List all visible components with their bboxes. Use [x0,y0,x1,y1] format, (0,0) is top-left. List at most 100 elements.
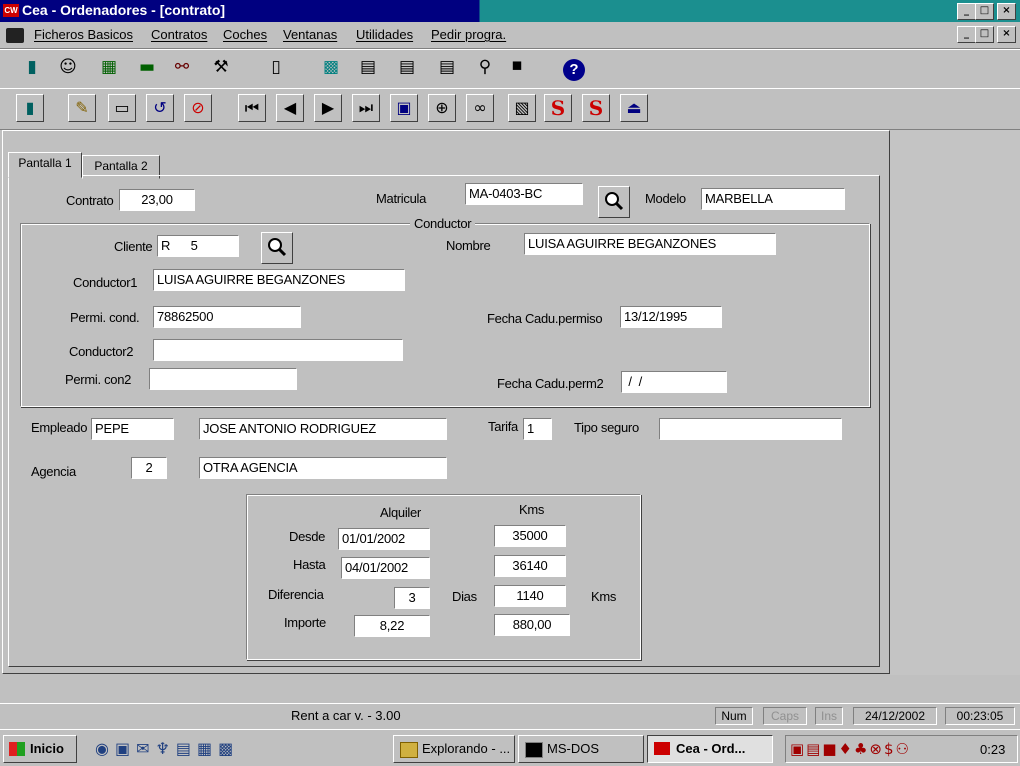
filter-icon[interactable]: ▧ [508,94,536,122]
nombre-field[interactable]: LUISA AGUIRRE BEGANZONES [524,233,776,255]
previous-record-icon[interactable]: ◀ [276,94,304,122]
fecha-cadu-permiso-field[interactable]: 13/12/1995 [620,306,722,328]
menu-utilidades[interactable]: Utilidades [356,27,413,42]
clipboard-icon[interactable]: ▯ [262,54,290,82]
next-record-icon[interactable]: ▶ [314,94,342,122]
empleado-name-field[interactable]: JOSE ANTONIO RODRIGUEZ [199,418,447,440]
printer-icon[interactable]: ▤ [354,54,382,82]
edit-pencil-icon[interactable]: ✎ [68,94,96,122]
matricula-field[interactable]: MA-0403-BC [465,183,583,205]
cliente-label: Cliente [114,239,153,254]
importe-alquiler-field[interactable]: 8,22 [354,615,430,637]
print-preview-icon[interactable]: ⏏ [620,94,648,122]
minimize-button[interactable]: _ [957,3,976,20]
nombre-label: Nombre [446,238,491,253]
app-icon[interactable]: CW [3,4,19,17]
child-minimize-button[interactable]: _ [957,26,976,43]
desde-date-field[interactable]: 01/01/2002 [338,528,430,550]
task-ms-dos[interactable]: MS-DOS [518,735,644,763]
save-icon[interactable]: ▪ [503,52,531,80]
wrench-icon[interactable]: ⚲ [471,54,499,82]
zoom-icon[interactable]: ⊕ [428,94,456,122]
start-label: Inicio [30,741,64,756]
tools-icon[interactable]: ⚒ [207,54,235,82]
binoculars-icon[interactable]: ∞ [466,94,494,122]
cliente-lookup-button[interactable] [261,232,293,264]
close-button[interactable]: × [997,3,1016,20]
new-record-icon[interactable]: ▭ [108,94,136,122]
tray-icons[interactable]: ▣▤■♦♣⊗$⚇ [790,740,911,758]
task-cea-ord-label: Cea - Ord... [676,741,746,756]
cea-app-icon [654,742,670,755]
diferencia-days-field[interactable]: 3 [394,587,430,609]
car-icon[interactable]: ⚯ [168,54,196,82]
start-button[interactable]: Inicio [3,735,77,763]
undo-icon[interactable]: ↺ [146,94,174,122]
kms-column-header: Kms [519,502,545,517]
cliente-field[interactable]: R 5 [157,235,239,257]
chart-icon[interactable]: ▦ [95,54,123,82]
calculator-icon[interactable]: ▩ [317,54,345,82]
alquiler-column-header: Alquiler [380,505,421,520]
tab-pantalla-1[interactable]: Pantalla 1 [8,152,82,178]
sort-ascending-icon[interactable]: S [544,94,572,122]
permi-con2-field[interactable] [149,368,297,390]
taskbar-clock: 0:23 [980,742,1006,757]
magnifier-icon [605,192,624,211]
importe-kms-field[interactable]: 880,00 [494,614,570,636]
system-tray: ▣▤■♦♣⊗$⚇ 0:23 [785,735,1018,763]
image-icon[interactable]: ▬ [133,54,161,82]
empleado-label: Empleado [31,420,88,435]
hasta-date-field[interactable]: 04/01/2002 [341,557,430,579]
child-restore-button[interactable]: □ [975,26,994,43]
windows-logo-icon [9,742,25,756]
book-icon[interactable]: ▮ [18,54,46,82]
help-icon[interactable]: ? [563,59,585,81]
last-record-icon[interactable]: ⏭ [352,94,380,122]
maximize-button[interactable]: □ [975,3,994,20]
quick-launch-icons[interactable]: ◉▣✉♆▤▦▩ [95,739,239,758]
taskbar: Inicio ◉▣✉♆▤▦▩ Explorando - ... MS-DOS C… [0,729,1020,766]
conductor2-field[interactable] [153,339,403,361]
task-explorando[interactable]: Explorando - ... [393,735,515,763]
contrato-field[interactable]: 23,00 [119,189,195,211]
task-explorando-label: Explorando - ... [422,741,511,756]
num-lock-indicator: Num [715,707,753,725]
empty-area [890,130,1020,675]
hasta-kms-field[interactable]: 36140 [494,555,566,577]
menu-ficheros-basicos[interactable]: Ficheros Basicos [34,27,133,42]
title-bar: CW Cea - Ordenadores - [contrato] _ □ × [0,0,1020,22]
document-icon[interactable] [6,28,24,43]
first-record-icon[interactable]: ⏮ [238,94,266,122]
child-close-button[interactable]: × [997,26,1016,43]
delete-icon[interactable]: ⊘ [184,94,212,122]
menu-ventanas[interactable]: Ventanas [283,27,337,42]
conductor2-label: Conductor2 [69,344,134,359]
conductor1-field[interactable]: LUISA AGUIRRE BEGANZONES [153,269,405,291]
sort-descending-icon[interactable]: S [582,94,610,122]
exit-icon[interactable]: ▮ [16,94,44,122]
menu-coches[interactable]: Coches [223,27,267,42]
task-cea-ord[interactable]: Cea - Ord... [647,735,773,763]
empleado-code-field[interactable]: PEPE [91,418,174,440]
diferencia-kms-field[interactable]: 1140 [494,585,566,607]
person-icon[interactable]: ☺ [54,54,82,82]
list-icon[interactable]: ▣ [390,94,418,122]
menu-pedir-progra[interactable]: Pedir progra. [431,27,506,42]
permi-cond-field[interactable]: 78862500 [153,306,301,328]
tipo-seguro-field[interactable] [659,418,842,440]
agencia-name-field[interactable]: OTRA AGENCIA [199,457,447,479]
window-title: Cea - Ordenadores - [contrato] [22,2,226,18]
fecha-cadu-perm2-field[interactable]: / / [621,371,727,393]
printer-2-icon[interactable]: ▤ [393,54,421,82]
modelo-field[interactable]: MARBELLA [701,188,845,210]
record-toolbar: ▮ ✎ ▭ ↺ ⊘ ⏮ ◀ ▶ ⏭ ▣ ⊕ ∞ ▧ S S ⏏ [0,88,1020,130]
task-ms-dos-label: MS-DOS [547,741,599,756]
desde-kms-field[interactable]: 35000 [494,525,566,547]
permi-con2-label: Permi. con2 [65,372,132,387]
printer-3-icon[interactable]: ▤ [433,54,461,82]
agencia-code-field[interactable]: 2 [131,457,167,479]
matricula-lookup-button[interactable] [598,186,630,218]
menu-contratos[interactable]: Contratos [151,27,207,42]
tarifa-field[interactable]: 1 [523,418,552,440]
